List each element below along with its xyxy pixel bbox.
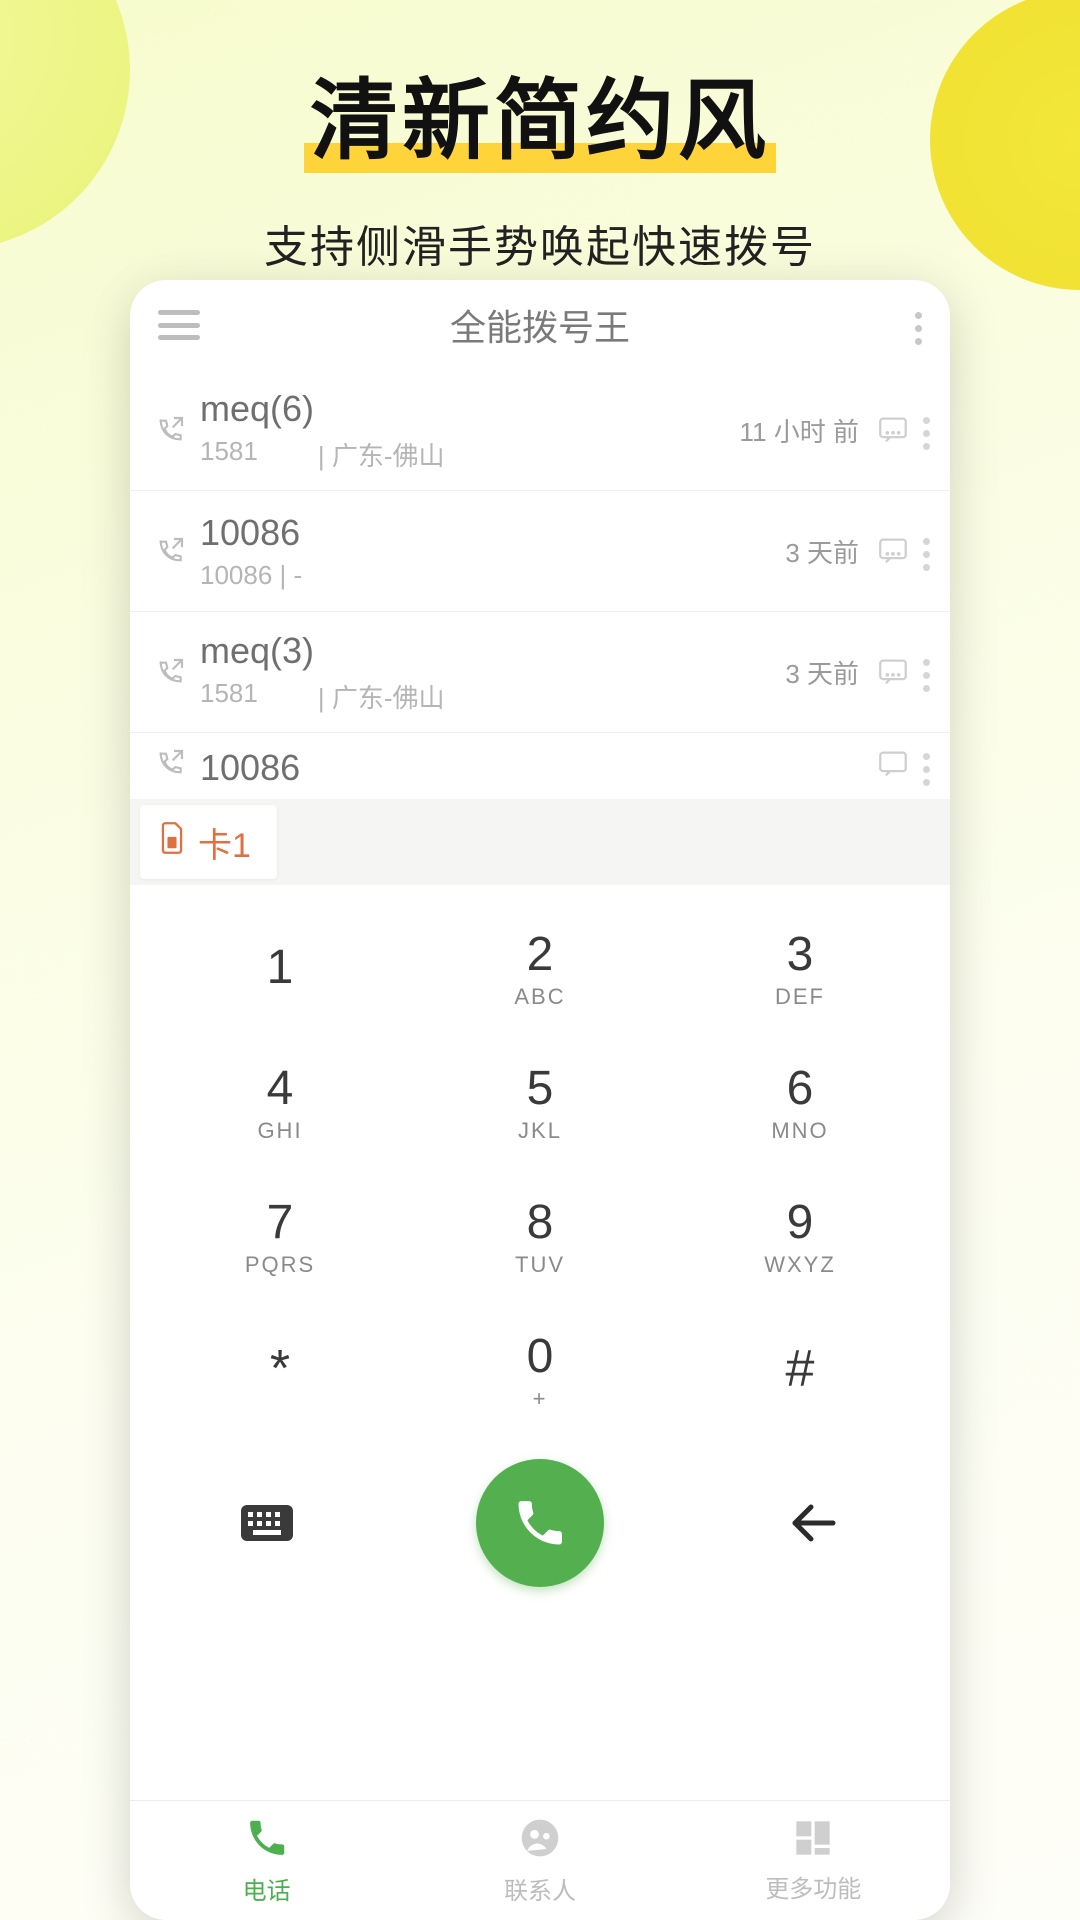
call-row[interactable]: 10086 10086 | - 3 天前: [130, 491, 950, 611]
key-8[interactable]: 8TUV: [430, 1169, 650, 1303]
call-time: 3 天前: [785, 533, 859, 570]
key-1[interactable]: 1: [170, 901, 390, 1035]
key-2[interactable]: 2ABC: [430, 901, 650, 1035]
key-7[interactable]: 7PQRS: [170, 1169, 390, 1303]
call-location: | 广东-佛山: [318, 678, 445, 715]
call-time: 3 天前: [785, 654, 859, 691]
call-time: 11 小时 前: [740, 412, 859, 449]
nav-phone-label: 电话: [243, 1871, 291, 1906]
app-header: 全能拨号王: [130, 280, 950, 370]
app-title: 全能拨号王: [200, 299, 880, 351]
row-more-button[interactable]: [923, 747, 930, 786]
bottom-nav: 电话 联系人 更多功能: [130, 1800, 950, 1920]
contacts-icon: [518, 1816, 562, 1867]
hero-title: 清新简约风: [304, 50, 776, 183]
call-name: 10086: [200, 747, 873, 789]
key-6[interactable]: 6MNO: [690, 1035, 910, 1169]
dial-action-row: [130, 1443, 950, 1603]
phone-mockup: 全能拨号王 meq(6) 1581 | 广东-佛山 11 小时 前: [130, 280, 950, 1920]
call-row[interactable]: meq(6) 1581 | 广东-佛山 11 小时 前: [130, 370, 950, 490]
call-number: 1581: [200, 678, 258, 715]
sim-icon: [158, 821, 186, 864]
keyboard-toggle-button[interactable]: [239, 1503, 295, 1543]
key-hash[interactable]: #: [690, 1303, 910, 1437]
call-row[interactable]: 10086: [130, 733, 950, 799]
call-button[interactable]: [476, 1459, 604, 1587]
call-number: 10086 | -: [200, 560, 302, 591]
key-9[interactable]: 9WXYZ: [690, 1169, 910, 1303]
key-0[interactable]: 0+: [430, 1303, 650, 1437]
call-list: meq(6) 1581 | 广东-佛山 11 小时 前 10086 10086 …: [130, 370, 950, 799]
key-5[interactable]: 5JKL: [430, 1035, 650, 1169]
sim-selector-bar: 卡1: [130, 799, 950, 885]
dialpad: 1 2ABC 3DEF 4GHI 5JKL 6MNO 7PQRS 8TUV 9W…: [130, 885, 950, 1437]
nav-more[interactable]: 更多功能: [677, 1801, 950, 1920]
sim-card-chip[interactable]: 卡1: [140, 805, 277, 879]
nav-contacts-label: 联系人: [504, 1871, 576, 1906]
call-number: 1581: [200, 436, 258, 473]
menu-icon[interactable]: [158, 310, 200, 340]
row-more-button[interactable]: [923, 653, 930, 692]
nav-phone[interactable]: 电话: [130, 1801, 403, 1920]
outgoing-call-icon: [148, 656, 192, 688]
outgoing-call-icon: [148, 414, 192, 446]
call-location: | 广东-佛山: [318, 436, 445, 473]
key-star[interactable]: *: [170, 1303, 390, 1437]
nav-more-label: 更多功能: [765, 1869, 861, 1904]
sms-icon[interactable]: [873, 413, 913, 447]
call-row[interactable]: meq(3) 1581 | 广东-佛山 3 天前: [130, 612, 950, 732]
hero-subtitle: 支持侧滑手势唤起快速拨号: [0, 211, 1080, 275]
backspace-button[interactable]: [783, 1501, 843, 1545]
outgoing-call-icon: [148, 747, 192, 779]
header-more-button[interactable]: [880, 306, 922, 345]
key-4[interactable]: 4GHI: [170, 1035, 390, 1169]
sim-label: 卡1: [198, 818, 251, 867]
row-more-button[interactable]: [923, 411, 930, 450]
outgoing-call-icon: [148, 535, 192, 567]
sms-icon[interactable]: [873, 655, 913, 689]
sms-icon[interactable]: [873, 747, 913, 781]
sms-icon[interactable]: [873, 534, 913, 568]
phone-icon: [245, 1816, 289, 1867]
call-name: meq(6): [200, 388, 740, 430]
grid-icon: [793, 1818, 833, 1865]
row-more-button[interactable]: [923, 532, 930, 571]
key-3[interactable]: 3DEF: [690, 901, 910, 1035]
hero: 清新简约风 支持侧滑手势唤起快速拨号: [0, 0, 1080, 275]
call-name: 10086: [200, 512, 785, 554]
call-name: meq(3): [200, 630, 785, 672]
nav-contacts[interactable]: 联系人: [403, 1801, 676, 1920]
